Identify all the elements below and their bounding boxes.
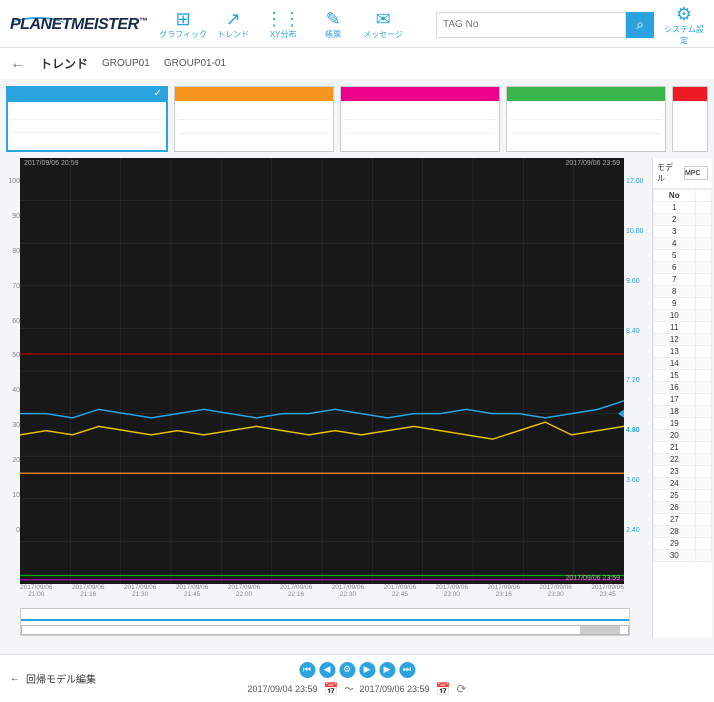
x-axis: 2017/09/0621:002017/09/0621:162017/09/06… [2,584,648,606]
side-panel: モデル No 123456789101112131415161718192021… [652,158,712,638]
thumbnail-strip: ✓ [0,80,714,158]
system-settings-button[interactable]: ⚙ システム設定 [662,4,706,46]
table-row[interactable]: 13 [654,346,712,358]
play-settings-button[interactable]: ⚙ [339,662,355,678]
grid-icon: ⊞ [159,9,207,29]
table-row[interactable]: 1 [654,202,712,214]
nav-message[interactable]: ✉ メッセージ [359,9,407,40]
nav-report[interactable]: ✎ 帳票 [309,9,357,40]
table-row[interactable]: 24 [654,478,712,490]
prev-button[interactable]: ◀ [319,662,335,678]
search-input[interactable] [436,12,626,38]
table-row[interactable]: 25 [654,490,712,502]
table-row[interactable]: 20 [654,430,712,442]
table-row[interactable]: 4 [654,238,712,250]
model-selector: モデル [653,158,712,189]
back-arrow-icon: ← [10,673,20,684]
y-axis-left: 1009080706050403020100 [2,158,20,584]
chart-column: 1009080706050403020100 2017/09/06 20:59 … [2,158,648,638]
table-row[interactable]: 27 [654,514,712,526]
table-row[interactable]: 18 [654,406,712,418]
refresh-button[interactable]: ⟳ [457,682,467,696]
thumb-3[interactable] [506,86,666,152]
table-row[interactable]: 23 [654,466,712,478]
last-button[interactable]: ⏭ [399,662,415,678]
check-icon: ✓ [154,88,162,99]
table-row[interactable]: 19 [654,418,712,430]
table-row[interactable]: 11 [654,322,712,334]
table-row[interactable]: 6 [654,262,712,274]
thumb-4[interactable] [672,86,708,152]
scatter-icon: ⋮⋮ [259,9,307,29]
app-logo: PLANETMEISTER™ [8,16,147,34]
calendar-from-icon[interactable]: 📅 [324,682,339,696]
table-row[interactable]: 26 [654,502,712,514]
table-row[interactable]: 2 [654,214,712,226]
page-title: トレンド [40,55,88,72]
table-row[interactable]: 8 [654,286,712,298]
table-row[interactable]: 30 [654,550,712,562]
table-row[interactable]: 15 [654,370,712,382]
table-row[interactable]: 21 [654,442,712,454]
chart-start-time: 2017/09/06 20:59 [20,158,83,169]
playback-controls: ⏮ ◀ ⚙ ▶ ▶ ⏭ [299,662,415,678]
model-edit-link[interactable]: ← 回帰モデル編集 [10,671,96,686]
table-row[interactable]: 3 [654,226,712,238]
thumb-1[interactable] [174,86,334,152]
overview-scrollbar[interactable] [20,608,630,636]
breadcrumb-bar: ← トレンド GROUP01 GROUP01-01 [0,48,714,80]
main-nav: ⊞ グラフィック ↗ トレンド ⋮⋮ XY分布 ✎ 帳票 ✉ メッセージ [159,9,407,40]
thumb-2[interactable] [340,86,500,152]
chart-area-wrap: 1009080706050403020100 2017/09/06 20:59 … [2,158,648,584]
table-row[interactable]: 28 [654,526,712,538]
nav-xy[interactable]: ⋮⋮ XY分布 [259,9,307,40]
table-row[interactable]: 17 [654,394,712,406]
chart-end-time: 2017/09/06 23:59 [562,158,625,169]
nav-graphic[interactable]: ⊞ グラフィック [159,9,207,40]
table-row[interactable]: 5 [654,250,712,262]
y-axis-right: 12.0010.809.608.407.204.803.602.40 [624,158,648,584]
model-label: モデル [657,162,680,184]
message-icon: ✉ [359,9,407,29]
back-button[interactable]: ← [10,55,26,73]
main-content: 1009080706050403020100 2017/09/06 20:59 … [0,158,714,638]
date-to[interactable]: 2017/09/06 23:59 [359,684,429,694]
model-input[interactable] [684,166,708,180]
table-row[interactable]: 29 [654,538,712,550]
trend-chart[interactable]: 2017/09/06 20:59 2017/09/06 23:59 2017/0… [20,158,624,584]
table-row[interactable]: 7 [654,274,712,286]
footer-bar: ← 回帰モデル編集 ⏮ ◀ ⚙ ▶ ▶ ⏭ 2017/09/04 23:59 📅… [0,654,714,702]
table-row[interactable]: 22 [654,454,712,466]
thumb-0[interactable]: ✓ [6,86,168,152]
chart-end-time-2: 2017/09/06 23:59 [562,573,625,584]
search-icon: ⌕ [636,16,644,33]
calendar-to-icon[interactable]: 📅 [436,682,451,696]
table-row[interactable]: 16 [654,382,712,394]
table-row[interactable]: 14 [654,358,712,370]
breadcrumb-group[interactable]: GROUP01 [102,58,150,69]
sliders-icon: ⚙ [662,4,706,24]
table-row[interactable]: 9 [654,298,712,310]
col-no: No [654,190,696,202]
first-button[interactable]: ⏮ [299,662,315,678]
date-range: 2017/09/04 23:59 📅 〜 2017/09/06 23:59 📅 … [247,682,466,696]
table-row[interactable]: 12 [654,334,712,346]
trend-icon: ↗ [209,9,257,29]
play-button[interactable]: ▶ [359,662,375,678]
breadcrumb-subgroup[interactable]: GROUP01-01 [164,58,226,69]
app-header: PLANETMEISTER™ ⊞ グラフィック ↗ トレンド ⋮⋮ XY分布 ✎… [0,0,714,48]
search-box: ⌕ [436,12,654,38]
nav-trend[interactable]: ↗ トレンド [209,9,257,40]
search-button[interactable]: ⌕ [626,12,654,38]
date-from[interactable]: 2017/09/04 23:59 [247,684,317,694]
report-icon: ✎ [309,9,357,29]
next-button[interactable]: ▶ [379,662,395,678]
scrollbar-thumb[interactable] [580,626,620,634]
table-row[interactable]: 10 [654,310,712,322]
tag-table: No 1234567891011121314151617181920212223… [653,189,712,562]
